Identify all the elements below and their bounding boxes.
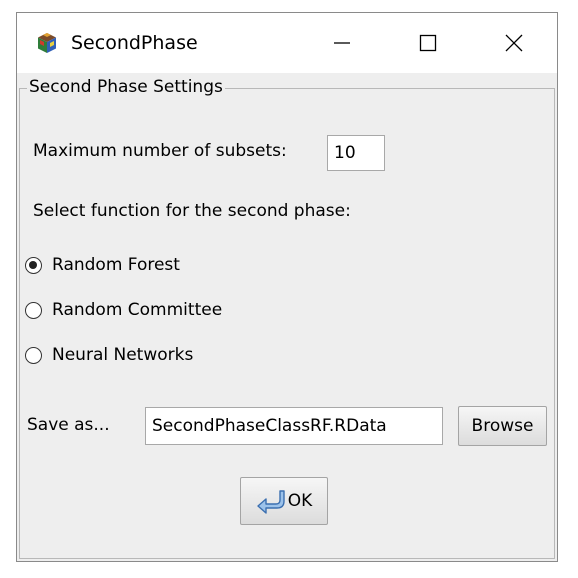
radio-button[interactable] [25, 301, 42, 319]
minimize-icon [334, 42, 350, 44]
radio-neural-networks[interactable]: Neural Networks [25, 343, 193, 367]
save-as-input[interactable]: SecondPhaseClassRF.RData [145, 407, 443, 445]
browse-button[interactable]: Browse [458, 406, 547, 446]
maximize-button[interactable] [393, 13, 463, 73]
radio-label: Random Forest [52, 255, 180, 275]
return-arrow-icon [256, 488, 288, 514]
radio-label: Neural Networks [52, 345, 194, 365]
radio-button[interactable] [25, 346, 42, 364]
radio-random-committee[interactable]: Random Committee [25, 298, 222, 322]
save-as-label: Save as... [27, 415, 110, 435]
max-subsets-input[interactable]: 10 [327, 135, 385, 171]
radio-random-forest[interactable]: Random Forest [25, 253, 180, 277]
title-bar[interactable]: SecondPhase [17, 13, 557, 73]
max-subsets-label: Maximum number of subsets: [33, 141, 287, 161]
dialog-window: SecondPhase Second Phase Settings Maximu… [16, 12, 558, 562]
ok-button[interactable]: OK [240, 477, 328, 525]
function-prompt-label: Select function for the second phase: [33, 201, 351, 221]
maximize-icon [419, 34, 437, 52]
radio-label: Random Committee [52, 300, 223, 320]
dialog-content: Second Phase Settings Maximum number of … [17, 73, 557, 561]
ok-label: OK [287, 491, 313, 511]
window-title: SecondPhase [71, 32, 198, 54]
close-icon [505, 34, 523, 52]
group-title: Second Phase Settings [27, 77, 225, 97]
close-button[interactable] [479, 13, 549, 73]
java-cube-icon [35, 31, 59, 55]
radio-button-selected[interactable] [25, 256, 42, 274]
minimize-button[interactable] [307, 13, 377, 73]
